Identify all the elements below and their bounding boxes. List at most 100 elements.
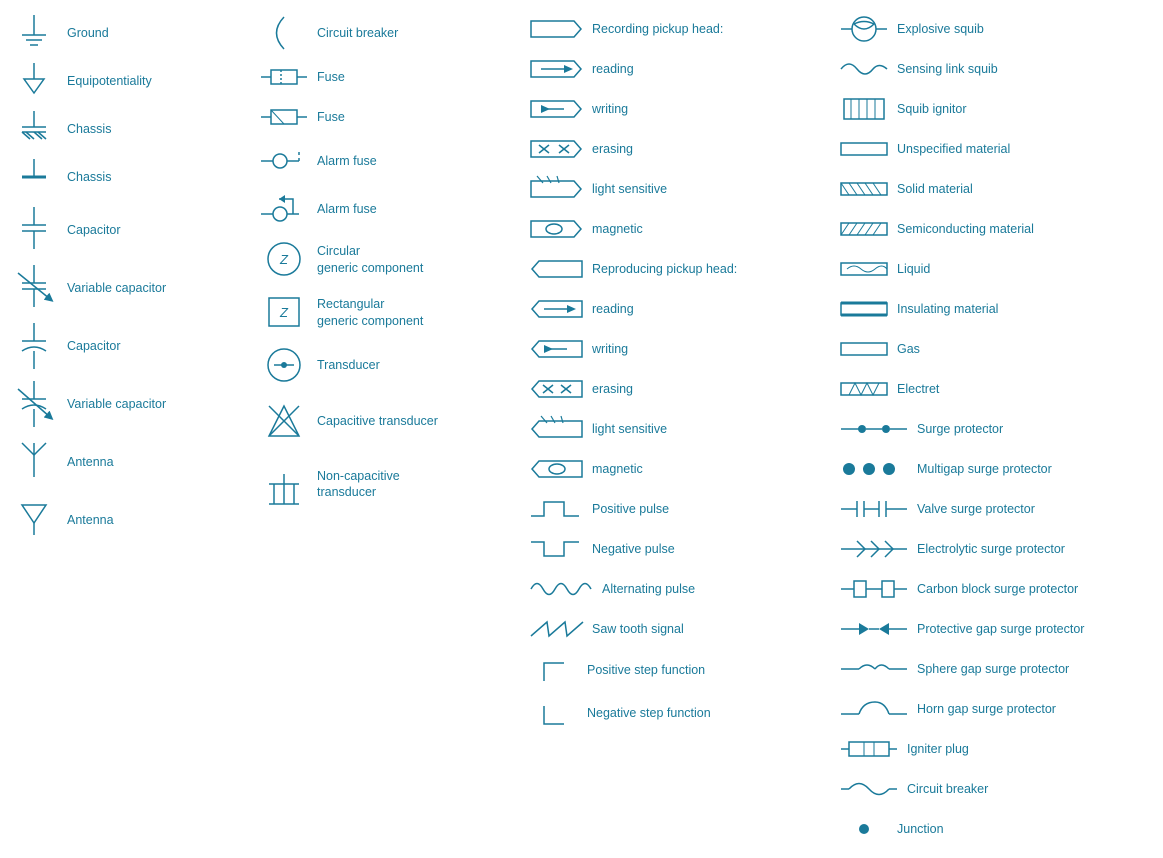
label-rec-reading: reading: [592, 61, 634, 77]
item-var-capacitor2: Variable capacitor: [5, 376, 255, 432]
item-saw-tooth: Saw tooth signal: [525, 610, 835, 648]
sym-circuit-breaker: [259, 13, 309, 53]
sym-rec-reading: [529, 55, 584, 83]
item-rec-magnetic: magnetic: [525, 210, 835, 248]
sym-ground: [9, 13, 59, 53]
label-antenna1: Antenna: [67, 454, 114, 470]
item-transducer: Transducer: [255, 340, 525, 391]
sym-rep-head-main: [529, 255, 584, 283]
item-rep-erasing: erasing: [525, 370, 835, 408]
sym-rec-light: [529, 175, 584, 203]
column-3: Recording pickup head: reading writi: [525, 10, 835, 848]
label-rec-magnetic: magnetic: [592, 221, 643, 237]
sym-rep-light: [529, 415, 584, 443]
item-neg-step: Negative step function: [525, 693, 835, 734]
label-rep-head-title: Reproducing pickup head:: [592, 261, 737, 277]
label-igniter-plug: Igniter plug: [907, 741, 969, 757]
item-ground: Ground: [5, 10, 255, 56]
column-4: Explosive squib Sensing link squib S: [835, 10, 1163, 848]
sym-multigap-surge: [839, 459, 909, 479]
item-multigap-surge: Multigap surge protector: [835, 450, 1163, 488]
item-capacitor: Capacitor: [5, 202, 255, 258]
sym-valve-surge: [839, 497, 909, 522]
label-rep-reading: reading: [592, 301, 634, 317]
item-insulating: Insulating material: [835, 290, 1163, 328]
item-horn-surge: Horn gap surge protector: [835, 690, 1163, 728]
sym-capacitor2: [9, 321, 59, 371]
label-rep-light: light sensitive: [592, 421, 667, 437]
item-equipotentiality: Equipotentiality: [5, 58, 255, 104]
label-rectangular-generic: Rectangular generic component: [317, 296, 423, 329]
sym-igniter-plug: [839, 734, 899, 764]
item-liquid: Liquid: [835, 250, 1163, 288]
sym-rectangular-generic: Z: [259, 290, 309, 335]
sym-squib-ignitor: [839, 94, 889, 124]
label-saw-tooth: Saw tooth signal: [592, 621, 684, 637]
sym-antenna2: [9, 495, 59, 545]
sym-solid-material: [839, 179, 889, 199]
main-grid: Ground Equipotentiality: [0, 0, 1163, 858]
label-junction: Junction: [897, 821, 944, 837]
sym-liquid: [839, 259, 889, 279]
item-unspec-material: Unspecified material: [835, 130, 1163, 168]
sym-rec-magnetic: [529, 215, 584, 243]
sym-neg-step: [529, 696, 579, 731]
item-alarm-fuse1: Alarm fuse: [255, 138, 525, 184]
sym-transducer: [259, 343, 309, 388]
label-fuse1: Fuse: [317, 69, 345, 85]
item-antenna1: Antenna: [5, 434, 255, 490]
sym-unspec-material: [839, 139, 889, 159]
label-equipotentiality: Equipotentiality: [67, 73, 152, 89]
item-explosive-squib: Explosive squib: [835, 10, 1163, 48]
item-var-capacitor: Variable capacitor: [5, 260, 255, 316]
label-capacitor: Capacitor: [67, 222, 121, 238]
item-rep-reading: reading: [525, 290, 835, 328]
item-sensing-squib: Sensing link squib: [835, 50, 1163, 88]
item-rep-magnetic: magnetic: [525, 450, 835, 488]
item-alt-pulse: Alternating pulse: [525, 570, 835, 608]
sym-pos-pulse: [529, 494, 584, 524]
item-rec-writing: writing: [525, 90, 835, 128]
item-rec-head-title: Recording pickup head:: [525, 10, 835, 48]
label-transducer: Transducer: [317, 357, 380, 373]
item-alarm-fuse2: Alarm fuse: [255, 186, 525, 232]
sym-neg-pulse: [529, 534, 584, 564]
label-rep-writing: writing: [592, 341, 628, 357]
sym-sphere-surge: [839, 657, 909, 682]
label-rec-writing: writing: [592, 101, 628, 117]
item-protective-surge: Protective gap surge protector: [835, 610, 1163, 648]
label-rec-head-title: Recording pickup head:: [592, 21, 723, 37]
sym-fuse1: [259, 62, 309, 92]
sym-semi-material: [839, 219, 889, 239]
label-liquid: Liquid: [897, 261, 930, 277]
item-cap-transducer: Capacitive transducer: [255, 393, 525, 449]
label-protective-surge: Protective gap surge protector: [917, 621, 1084, 637]
item-capacitor2: Capacitor: [5, 318, 255, 374]
label-alt-pulse: Alternating pulse: [602, 581, 695, 597]
item-electrolytic-surge: Electrolytic surge protector: [835, 530, 1163, 568]
item-rep-head-title: Reproducing pickup head:: [525, 250, 835, 288]
sym-rec-reading-main: [529, 15, 584, 43]
item-solid-material: Solid material: [835, 170, 1163, 208]
item-junction: Junction: [835, 810, 1163, 848]
label-insulating: Insulating material: [897, 301, 998, 317]
label-ground: Ground: [67, 25, 109, 41]
sym-cap-transducer: [259, 396, 309, 446]
item-chassis2: Chassis: [5, 154, 255, 200]
item-rectangular-generic: Z Rectangular generic component: [255, 287, 525, 338]
sym-antenna1: [9, 437, 59, 487]
sym-var-capacitor2: [9, 379, 59, 429]
label-alarm-fuse2: Alarm fuse: [317, 201, 377, 217]
sym-horn-surge: [839, 694, 909, 724]
item-igniter-plug: Igniter plug: [835, 730, 1163, 768]
item-rec-reading: reading: [525, 50, 835, 88]
item-electret: Electret: [835, 370, 1163, 408]
svg-text:Z: Z: [279, 305, 289, 320]
label-alarm-fuse1: Alarm fuse: [317, 153, 377, 169]
label-semi-material: Semiconducting material: [897, 221, 1034, 237]
label-carbon-surge: Carbon block surge protector: [917, 581, 1078, 597]
label-electrolytic-surge: Electrolytic surge protector: [917, 541, 1065, 557]
sym-rep-erasing: [529, 375, 584, 403]
label-neg-step: Negative step function: [587, 705, 711, 721]
sym-protective-surge: [839, 617, 909, 642]
